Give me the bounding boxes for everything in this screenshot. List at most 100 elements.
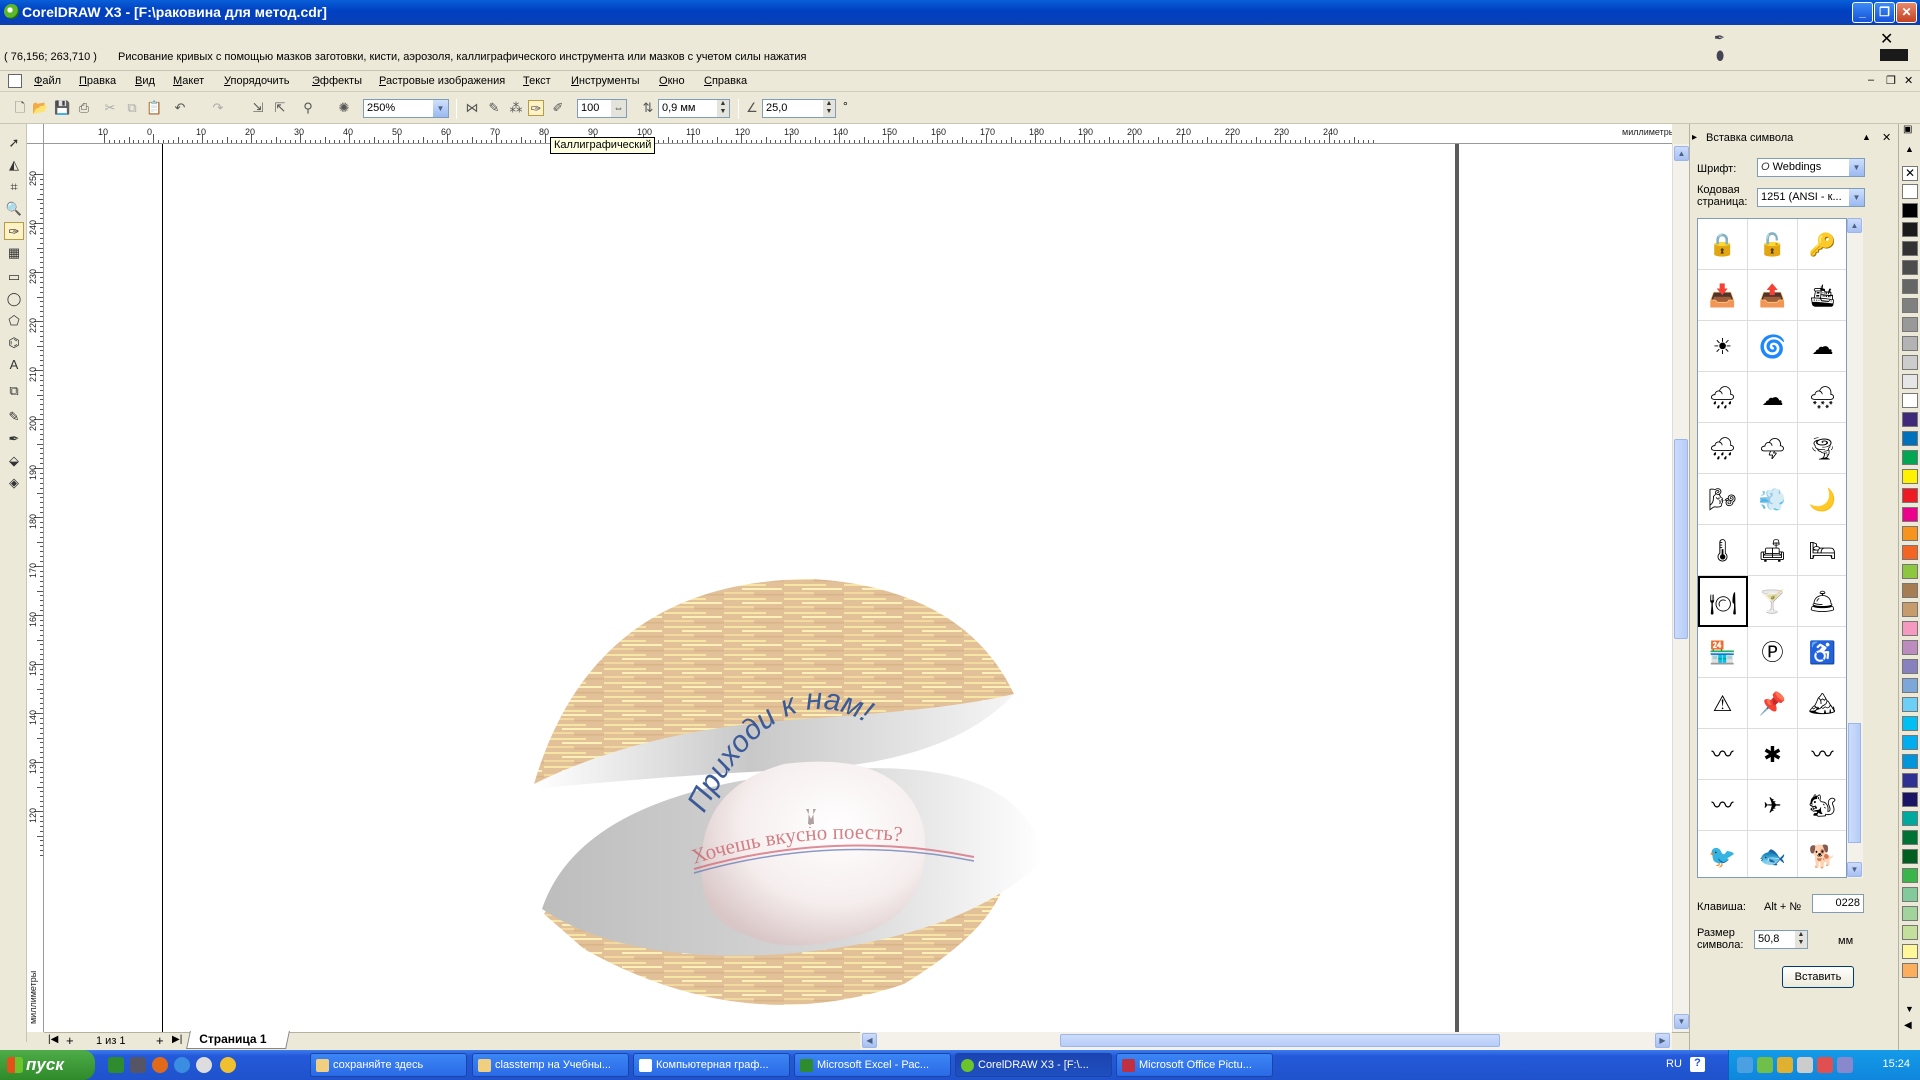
character-cell[interactable]: 🌀	[1748, 321, 1798, 372]
stroke-width-field[interactable]: 0,9 мм ▲ ▼	[658, 99, 730, 118]
task-coreldraw[interactable]: CorelDRAW X3 - [F:\...	[955, 1053, 1112, 1077]
crop-tool-icon[interactable]: ⌗	[4, 178, 24, 196]
menu-bitmaps[interactable]: Растровые изображения	[379, 75, 505, 87]
color-swatch[interactable]	[1902, 393, 1918, 408]
artistic-media-tool-icon[interactable]: ✑	[4, 222, 24, 240]
character-grid[interactable]: 🔒 🔓 🔑 📥 📤 🛳 ☀ 🌀 ☁ 🌧 ☁ 🌨 🌧 🌩 🌪 🌬 💨 🌙 🌡 🛋 🛏 🍽 🍸 🛎 🏪 Ⓟ ♿ ⚠ 📌 🏔 〰 ✱ 〰〰 ✈ 🐿 🐦 🐟 🐕	[1697, 218, 1847, 878]
interactive-blend-tool-icon[interactable]: ⧉	[4, 382, 24, 400]
doc-restore-button[interactable]: ❐	[1886, 74, 1896, 87]
character-cell[interactable]: 💨	[1748, 474, 1798, 525]
outline-tool-icon[interactable]: ✒	[4, 430, 24, 448]
scroll-up-button[interactable]: ▲	[1674, 146, 1689, 161]
excel-quicklaunch-icon[interactable]	[108, 1057, 124, 1073]
character-cell[interactable]: 🌩	[1748, 423, 1798, 474]
close-button[interactable]: ✕	[1896, 2, 1917, 23]
tray-antivirus-icon[interactable]	[1757, 1057, 1773, 1073]
color-swatch[interactable]	[1902, 431, 1918, 446]
character-cell[interactable]: 📥	[1698, 270, 1748, 321]
color-swatch[interactable]	[1902, 317, 1918, 332]
character-cell[interactable]: ☀	[1698, 321, 1748, 372]
palette-menu-icon[interactable]: ▣	[1903, 124, 1912, 135]
task-folder[interactable]: сохраняйте здесь	[310, 1053, 467, 1077]
character-cell[interactable]: 🛳	[1798, 270, 1846, 321]
restore-button[interactable]: ❐	[1874, 2, 1895, 23]
character-cell[interactable]: Ⓟ	[1748, 627, 1798, 678]
export-icon[interactable]: ⇱	[272, 100, 288, 116]
print-icon[interactable]: ⎙	[76, 100, 92, 116]
slider-icon[interactable]: ⇔	[611, 100, 626, 117]
color-swatch[interactable]	[1902, 545, 1918, 560]
desktop-quicklaunch-icon[interactable]	[130, 1057, 146, 1073]
outline-swatch[interactable]	[1880, 49, 1908, 61]
color-swatch[interactable]	[1902, 583, 1918, 598]
grid-scrollbar[interactable]: ▲ ▼	[1847, 218, 1863, 878]
shape-tool-icon[interactable]: ◭	[4, 156, 24, 174]
grid-scroll-thumb[interactable]	[1848, 723, 1861, 843]
character-cell[interactable]: ⚠	[1698, 678, 1748, 729]
character-cell[interactable]: 〰	[1698, 729, 1748, 780]
tray-volume-icon[interactable]	[1797, 1057, 1813, 1073]
color-swatch[interactable]	[1902, 716, 1918, 731]
character-cell[interactable]: 🛋	[1748, 525, 1798, 576]
tray-network-icon[interactable]	[1737, 1057, 1753, 1073]
color-swatch[interactable]	[1902, 697, 1918, 712]
last-page-button[interactable]: ▶|	[172, 1034, 182, 1045]
menu-file[interactable]: Файл	[34, 75, 61, 87]
menu-edit[interactable]: Правка	[79, 75, 116, 87]
character-cell[interactable]: 〰	[1798, 729, 1846, 780]
spinner-icon[interactable]: ▲ ▼	[823, 100, 835, 117]
new-icon[interactable]: 🗋	[12, 100, 28, 116]
font-select[interactable]: O Webdings ▼	[1757, 158, 1865, 177]
character-cell[interactable]: 🌨	[1798, 372, 1846, 423]
color-swatch[interactable]	[1902, 526, 1918, 541]
color-swatch[interactable]	[1902, 222, 1918, 237]
interactive-fill-tool-icon[interactable]: ◈	[4, 474, 24, 492]
add-page-before-button[interactable]: +	[66, 1033, 74, 1048]
menu-effects[interactable]: Эффекты	[312, 75, 362, 87]
color-swatch[interactable]	[1902, 488, 1918, 503]
scroll-right-button[interactable]: ▶	[1655, 1033, 1670, 1048]
color-swatch[interactable]	[1902, 773, 1918, 788]
polygon-tool-icon[interactable]: ⬠	[4, 312, 24, 330]
docker-close-icon[interactable]: ✕	[1882, 131, 1891, 144]
doc-minimize-button[interactable]: –	[1868, 74, 1874, 86]
spinner-icon[interactable]: ▲ ▼	[1795, 931, 1807, 948]
palette-scroll-down-icon[interactable]: ▼	[1905, 1004, 1914, 1014]
horizontal-ruler[interactable]: 10 0 10 20 30 40 50 60 70 80 90 100 110 120 130 140 150 1…	[44, 124, 1672, 144]
character-cell[interactable]: 🌧	[1698, 372, 1748, 423]
save-icon[interactable]: 💾	[54, 100, 70, 116]
pick-tool-icon[interactable]: ➚	[4, 134, 24, 152]
task-word[interactable]: Компьютерная граф...	[633, 1053, 790, 1077]
color-swatch[interactable]	[1902, 792, 1918, 807]
size-field[interactable]: 50,8 ▲ ▼	[1754, 930, 1808, 949]
rectangle-tool-icon[interactable]: ▭	[4, 268, 24, 286]
coreldraw-quicklaunch-icon[interactable]	[220, 1057, 236, 1073]
first-page-button[interactable]: |◀	[48, 1034, 58, 1045]
keystroke-field[interactable]: 0228	[1812, 894, 1864, 913]
import-icon[interactable]: ⇲	[250, 100, 266, 116]
shell-artwork[interactable]: Приходи к нам! Хочешь вкусно поесть?	[484, 429, 1144, 1032]
open-icon[interactable]: 📂	[32, 100, 48, 116]
character-cell[interactable]: 🌬	[1698, 474, 1748, 525]
color-swatch[interactable]	[1902, 184, 1918, 199]
character-cell[interactable]: 🐦	[1698, 831, 1748, 877]
character-cell[interactable]: ☁	[1798, 321, 1846, 372]
character-cell[interactable]: 📌	[1748, 678, 1798, 729]
character-cell[interactable]: 🐕	[1798, 831, 1846, 877]
character-cell[interactable]: ☁	[1748, 372, 1798, 423]
character-cell[interactable]: 🛎	[1798, 576, 1846, 627]
firefox-quicklaunch-icon[interactable]	[152, 1057, 168, 1073]
no-outline-icon[interactable]: ✕	[1880, 29, 1893, 49]
zoom-level-select[interactable]: 250% ▼	[363, 99, 449, 118]
eyedropper-tool-icon[interactable]: ✎	[4, 408, 24, 426]
character-cell[interactable]: ✈	[1748, 780, 1798, 831]
calligraphic-icon[interactable]: ✑	[528, 100, 544, 116]
pressure-icon[interactable]: ✐	[550, 100, 566, 116]
task-picture-manager[interactable]: Microsoft Office Pictu...	[1116, 1053, 1273, 1077]
collapse-icon[interactable]: ▲	[1862, 132, 1871, 142]
start-button[interactable]: пуск	[0, 1050, 95, 1080]
color-swatch[interactable]	[1902, 963, 1918, 978]
media-quicklaunch-icon[interactable]	[196, 1057, 212, 1073]
color-swatch[interactable]	[1902, 298, 1918, 313]
character-cell[interactable]: 🍸	[1748, 576, 1798, 627]
